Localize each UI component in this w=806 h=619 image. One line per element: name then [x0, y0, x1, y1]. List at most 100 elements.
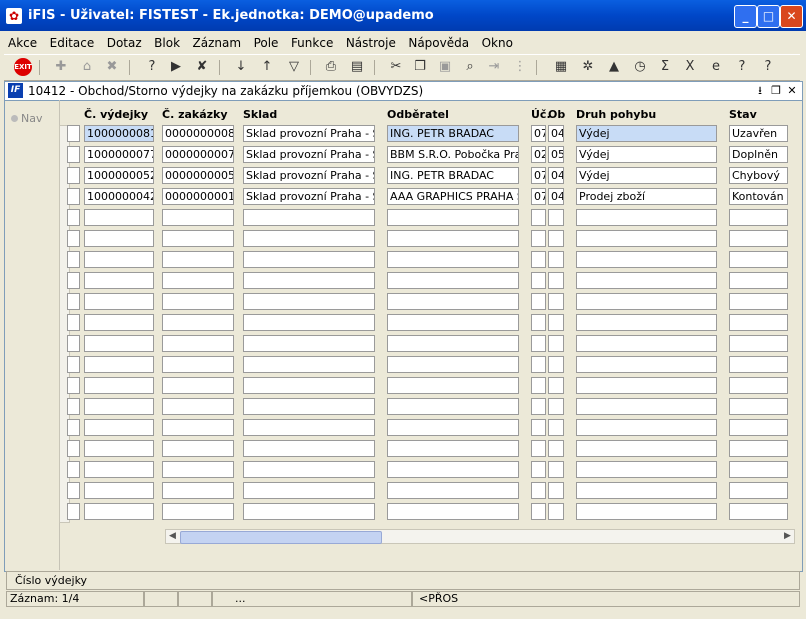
cell-cislo-vydejky[interactable]	[84, 209, 154, 226]
cell-uc[interactable]	[531, 419, 546, 436]
cell-uc[interactable]	[531, 398, 546, 415]
cell-uc[interactable]: 07	[531, 188, 546, 205]
chart-icon[interactable]: ▲	[605, 58, 623, 76]
cell-odberatel[interactable]	[387, 209, 519, 226]
cell-ob[interactable]	[548, 230, 564, 247]
help-icon[interactable]: ?	[759, 58, 777, 76]
cell-sklad[interactable]: Sklad provozní Praha - Sto	[243, 125, 375, 142]
cell-ob[interactable]: 04	[548, 125, 564, 142]
clock-icon[interactable]: ◷	[631, 58, 649, 76]
row-selector[interactable]	[67, 272, 80, 289]
cell-stav[interactable]	[729, 230, 788, 247]
cell-sklad[interactable]	[243, 251, 375, 268]
menu-editace[interactable]: Editace	[42, 33, 100, 50]
cancel-query-icon[interactable]: ✘	[193, 58, 211, 76]
scroll-thumb[interactable]	[180, 531, 382, 544]
menu-napoveda[interactable]: Nápověda	[400, 33, 474, 50]
excel-icon[interactable]: X	[681, 58, 699, 76]
close-button[interactable]: ✕	[780, 5, 803, 28]
cell-sklad[interactable]: Sklad provozní Praha - Sto	[243, 146, 375, 163]
cell-stav[interactable]	[729, 440, 788, 457]
cell-stav[interactable]: Chybový	[729, 167, 788, 184]
menu-dotaz[interactable]: Dotaz	[99, 33, 147, 50]
cell-uc[interactable]	[531, 482, 546, 499]
cell-odberatel[interactable]	[387, 482, 519, 499]
cell-druh-pohybu[interactable]	[576, 314, 717, 331]
cell-sklad[interactable]	[243, 335, 375, 352]
cell-odberatel[interactable]	[387, 314, 519, 331]
cell-stav[interactable]	[729, 377, 788, 394]
cell-uc[interactable]	[531, 461, 546, 478]
nav-indicator[interactable]: Nav	[11, 112, 42, 125]
cell-ob[interactable]	[548, 293, 564, 310]
cell-ob[interactable]	[548, 440, 564, 457]
cell-cislo-vydejky[interactable]: 1000000042	[84, 188, 154, 205]
row-selector[interactable]	[67, 377, 80, 394]
row-selector[interactable]	[67, 188, 80, 205]
cell-cislo-vydejky[interactable]	[84, 377, 154, 394]
settings-icon[interactable]: ✲	[579, 58, 597, 76]
cell-uc[interactable]	[531, 230, 546, 247]
filter-icon[interactable]: ▽	[285, 58, 303, 76]
cell-uc[interactable]	[531, 251, 546, 268]
cell-cislo-zakazky[interactable]: 0000000008	[162, 125, 234, 142]
save-icon[interactable]: ⌂	[78, 58, 96, 76]
cut-icon[interactable]: ✂	[387, 58, 405, 76]
row-selector[interactable]	[67, 503, 80, 520]
sort-descending-icon[interactable]: ↑	[258, 58, 276, 76]
web-icon[interactable]: e	[707, 58, 725, 76]
row-selector[interactable]	[67, 146, 80, 163]
cell-odberatel[interactable]	[387, 503, 519, 520]
cell-cislo-zakazky[interactable]: 0000000001	[162, 188, 234, 205]
form-minimize-icon[interactable]: ⭳	[753, 83, 767, 98]
print-icon[interactable]: ⎙	[322, 58, 340, 76]
form-close-icon[interactable]: ✕	[785, 83, 799, 98]
cell-uc[interactable]	[531, 356, 546, 373]
cell-cislo-vydejky[interactable]	[84, 482, 154, 499]
cell-odberatel[interactable]	[387, 335, 519, 352]
cell-sklad[interactable]: Sklad provozní Praha - Sto	[243, 188, 375, 205]
row-selector[interactable]	[67, 335, 80, 352]
menu-funkce[interactable]: Funkce	[283, 33, 338, 50]
cell-cislo-vydejky[interactable]	[84, 398, 154, 415]
find-icon[interactable]: ⌕	[461, 58, 479, 76]
cell-stav[interactable]	[729, 419, 788, 436]
cell-cislo-zakazky[interactable]	[162, 461, 234, 478]
cell-cislo-vydejky[interactable]	[84, 461, 154, 478]
cell-cislo-zakazky[interactable]: 0000000007	[162, 146, 234, 163]
cell-sklad[interactable]: Sklad provozní Praha - Sto	[243, 167, 375, 184]
cell-ob[interactable]	[548, 251, 564, 268]
scroll-right-icon[interactable]: ▶	[781, 530, 794, 543]
horizontal-scrollbar[interactable]: ◀ ▶	[165, 529, 795, 544]
menu-pole[interactable]: Pole	[246, 33, 284, 50]
menu-zaznam[interactable]: Záznam	[185, 33, 247, 50]
row-selector[interactable]	[67, 167, 80, 184]
exit-icon[interactable]: EXIT	[14, 58, 32, 76]
cell-sklad[interactable]	[243, 293, 375, 310]
cell-cislo-vydejky[interactable]	[84, 335, 154, 352]
cell-cislo-vydejky[interactable]	[84, 419, 154, 436]
cell-cislo-zakazky[interactable]	[162, 356, 234, 373]
cell-cislo-zakazky[interactable]	[162, 440, 234, 457]
cell-cislo-zakazky[interactable]	[162, 482, 234, 499]
cell-ob[interactable]	[548, 314, 564, 331]
cell-odberatel[interactable]	[387, 230, 519, 247]
insert-record-icon[interactable]: ✚	[52, 58, 70, 76]
cell-stav[interactable]	[729, 356, 788, 373]
cell-druh-pohybu[interactable]: Prodej zboží	[576, 188, 717, 205]
cell-stav[interactable]	[729, 293, 788, 310]
cell-sklad[interactable]	[243, 503, 375, 520]
cell-druh-pohybu[interactable]	[576, 482, 717, 499]
indent-icon[interactable]: ⇥	[485, 58, 503, 76]
row-selector[interactable]	[67, 482, 80, 499]
cell-sklad[interactable]	[243, 356, 375, 373]
cell-druh-pohybu[interactable]	[576, 293, 717, 310]
cell-cislo-zakazky[interactable]	[162, 272, 234, 289]
cell-stav[interactable]	[729, 482, 788, 499]
cell-ob[interactable]: 04	[548, 167, 564, 184]
cell-cislo-zakazky[interactable]	[162, 293, 234, 310]
cell-uc[interactable]	[531, 314, 546, 331]
cell-stav[interactable]: Uzavřen	[729, 125, 788, 142]
cell-ob[interactable]: 05	[548, 146, 564, 163]
cell-uc[interactable]	[531, 377, 546, 394]
